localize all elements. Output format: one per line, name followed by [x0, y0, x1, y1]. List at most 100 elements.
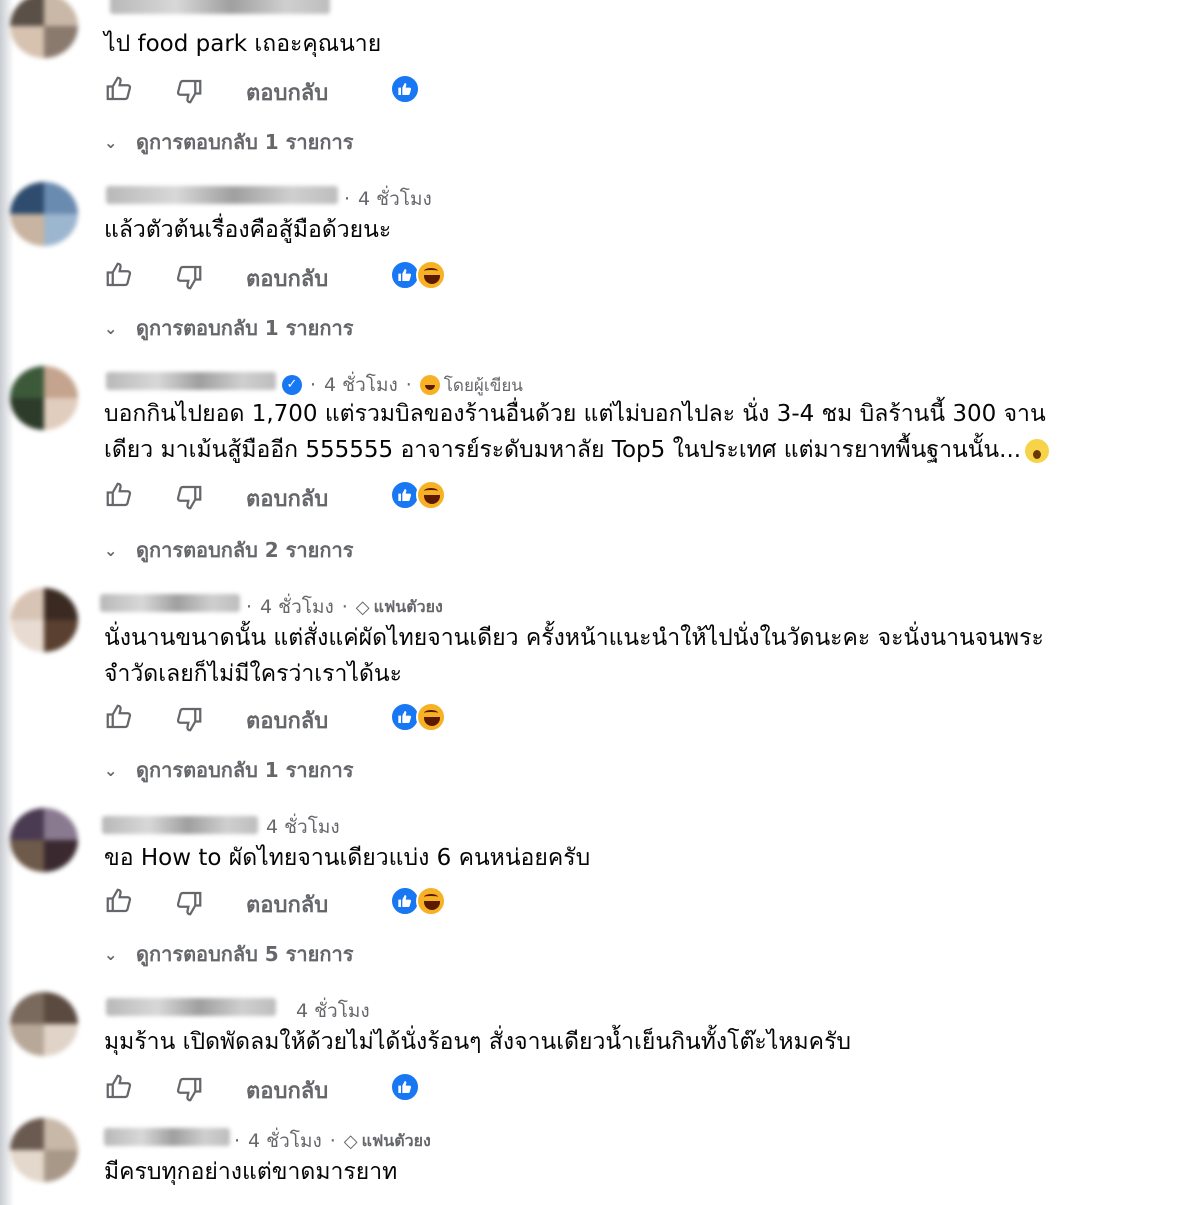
avatar[interactable] — [10, 1118, 78, 1182]
commenter-name[interactable] — [106, 372, 276, 390]
timestamp[interactable]: 4 ชั่วโมง — [260, 592, 334, 622]
comment-line: มุมร้าน เปิดพัดลมให้ด้วยไม่ได้นั่งร้อนๆ … — [104, 1029, 852, 1055]
reaction-summary[interactable] — [390, 74, 452, 106]
reaction-summary[interactable] — [390, 702, 452, 734]
thumbs-up-icon[interactable] — [104, 702, 134, 732]
view-replies-label: ดูการตอบกลับ 1 รายการ — [136, 316, 354, 340]
reply-button[interactable]: ตอบกลับ — [246, 887, 328, 922]
timestamp[interactable]: 4 ชั่วโมง — [358, 184, 432, 214]
thumbs-down-icon[interactable] — [174, 76, 204, 106]
reply-button[interactable]: ตอบกลับ — [246, 703, 328, 738]
view-replies-link[interactable]: ⌄ ดูการตอบกลับ 5 รายการ — [104, 938, 353, 970]
comment-line: ไป food park เถอะคุณนาย — [104, 31, 382, 57]
avatar[interactable] — [10, 0, 78, 58]
chevron-down-icon: ⌄ — [104, 318, 118, 338]
thumbs-up-icon[interactable] — [104, 886, 134, 916]
author-badge-icon — [419, 375, 440, 395]
thumbs-down-icon[interactable] — [174, 1074, 204, 1104]
thumbs-up-icon[interactable] — [104, 1072, 134, 1102]
diamond-icon: ◇ — [355, 596, 370, 618]
chevron-down-icon: ⌄ — [104, 540, 118, 560]
reaction-summary[interactable] — [390, 1072, 452, 1104]
comment-text: มุมร้าน เปิดพัดลมให้ด้วยไม่ได้นั่งร้อนๆ … — [104, 1024, 851, 1060]
comment-meta: · 4 ชั่วโมง · ◇ แฟนตัวยง — [242, 592, 443, 622]
comment-text: นั่งนานขนาดนั้น แต่สั่งแค่ผัดไทยจานเดียว… — [104, 620, 1044, 692]
commenter-name[interactable] — [104, 1128, 230, 1146]
thumbs-down-icon[interactable] — [174, 704, 204, 734]
chevron-down-icon: ⌄ — [104, 132, 118, 152]
thumbs-down-icon[interactable] — [174, 482, 204, 512]
diamond-icon: ◇ — [343, 1130, 358, 1152]
comment-meta: · 4 ชั่วโมง · ◇ แฟนตัวยง — [230, 1126, 431, 1156]
commenter-name[interactable] — [102, 816, 258, 834]
comment-line-wrap: เดียว มาเม้นสู้มืออีก 555555 อาจารย์ระดั… — [104, 432, 1050, 468]
view-replies-label: ดูการตอบกลับ 1 รายการ — [136, 758, 354, 782]
comment-5: 4 ชั่วโมง ขอ How to ผัดไทยจานเดียวแบ่ง 6… — [0, 806, 1200, 986]
commenter-name[interactable] — [106, 186, 338, 204]
reply-button[interactable]: ตอบกลับ — [246, 261, 328, 296]
view-replies-label: ดูการตอบกลับ 1 รายการ — [136, 130, 354, 154]
reply-button[interactable]: ตอบกลับ — [246, 481, 328, 516]
thumbs-up-icon[interactable] — [104, 480, 134, 510]
comment-text: บอกกินไปยอด 1,700 แต่รวมบิลของร้านอื่นด้… — [104, 396, 1050, 468]
comment-7: · 4 ชั่วโมง · ◇ แฟนตัวยง มีครบทุกอย่างแต… — [0, 1118, 1200, 1205]
comment-text: มีครบทุกอย่างแต่ขาดมารยาท — [104, 1154, 397, 1190]
fan-badge: แฟนตัวยง — [361, 1130, 431, 1150]
reaction-summary[interactable] — [390, 260, 452, 292]
haha-reaction-icon — [416, 702, 446, 732]
avatar[interactable] — [10, 808, 78, 872]
verified-icon: ✓ — [282, 375, 302, 395]
comment-2: · 4 ชั่วโมง แล้วตัวต้นเรื่องคือสู้มือด้วย… — [0, 180, 1200, 360]
view-replies-link[interactable]: ⌄ ดูการตอบกลับ 2 รายการ — [104, 534, 353, 566]
commenter-name[interactable] — [100, 594, 240, 612]
reply-button[interactable]: ตอบกลับ — [246, 1073, 328, 1108]
view-replies-link[interactable]: ⌄ ดูการตอบกลับ 1 รายการ — [104, 126, 353, 158]
view-replies-link[interactable]: ⌄ ดูการตอบกลับ 1 รายการ — [104, 312, 353, 344]
view-replies-label: ดูการตอบกลับ 2 รายการ — [136, 538, 354, 562]
chevron-down-icon: ⌄ — [104, 760, 118, 780]
comment-line: นั่งนานขนาดนั้น แต่สั่งแค่ผัดไทยจานเดียว… — [104, 625, 1044, 651]
commenter-name[interactable] — [110, 0, 330, 14]
comment-line: ขอ How to ผัดไทยจานเดียวแบ่ง 6 คนหน่อยคร… — [104, 845, 591, 871]
chevron-down-icon: ⌄ — [104, 944, 118, 964]
reaction-summary[interactable] — [390, 480, 452, 512]
thumbs-down-icon[interactable] — [174, 888, 204, 918]
comment-line: มีครบทุกอย่างแต่ขาดมารยาท — [104, 1159, 398, 1185]
comment-line: เดียว มาเม้นสู้มืออีก 555555 อาจารย์ระดั… — [104, 437, 1022, 463]
astonished-emoji-icon — [1025, 438, 1050, 463]
avatar[interactable] — [10, 366, 78, 430]
comment-line: บอกกินไปยอด 1,700 แต่รวมบิลของร้านอื่นด้… — [104, 401, 1046, 427]
view-replies-link[interactable]: ⌄ ดูการตอบกลับ 1 รายการ — [104, 754, 353, 786]
haha-reaction-icon — [416, 480, 446, 510]
haha-reaction-icon — [416, 886, 446, 916]
avatar[interactable] — [10, 992, 78, 1056]
comment-text: ไป food park เถอะคุณนาย — [104, 26, 381, 62]
fan-badge: แฟนตัวยง — [373, 596, 443, 616]
comment-meta: 4 ชั่วโมง — [296, 996, 370, 1026]
timestamp[interactable]: 4 ชั่วโมง — [266, 812, 340, 842]
comment-meta: 4 ชั่วโมง — [266, 812, 340, 842]
commenter-name[interactable] — [106, 998, 276, 1016]
haha-reaction-icon — [416, 260, 446, 290]
reply-button[interactable]: ตอบกลับ — [246, 75, 328, 110]
like-reaction-icon — [390, 1072, 420, 1102]
avatar[interactable] — [10, 588, 78, 652]
thumbs-up-icon[interactable] — [104, 260, 134, 290]
comment-line: จำวัดเลยก็ไม่มีใครว่าเราได้นะ — [104, 661, 403, 687]
comment-6: 4 ชั่วโมง มุมร้าน เปิดพัดลมให้ด้วยไม่ได้… — [0, 990, 1200, 1110]
comment-4: · 4 ชั่วโมง · ◇ แฟนตัวยง นั่งนานขนาดนั้น… — [0, 584, 1200, 800]
comment-3: ✓ · 4 ชั่วโมง · โดยผู้เขียน บอกกินไปยอด … — [0, 362, 1200, 582]
timestamp[interactable]: 4 ชั่วโมง — [296, 996, 370, 1026]
comment-text: แล้วตัวต้นเรื่องคือสู้มือด้วยนะ — [104, 212, 391, 248]
comment-meta: · 4 ชั่วโมง — [340, 184, 432, 214]
thumbs-up-icon[interactable] — [104, 74, 134, 104]
like-reaction-icon — [390, 74, 420, 104]
comment-text: ขอ How to ผัดไทยจานเดียวแบ่ง 6 คนหน่อยคร… — [104, 840, 590, 876]
reaction-summary[interactable] — [390, 886, 452, 918]
author-badge: โดยผู้เขียน — [443, 375, 523, 396]
thumbs-down-icon[interactable] — [174, 262, 204, 292]
comment-1: ไป food park เถอะคุณนาย ตอบกลับ ⌄ ดูการต… — [0, 0, 1200, 180]
timestamp[interactable]: 4 ชั่วโมง — [248, 1126, 322, 1156]
avatar[interactable] — [10, 182, 78, 246]
comment-line: แล้วตัวต้นเรื่องคือสู้มือด้วยนะ — [104, 217, 392, 243]
